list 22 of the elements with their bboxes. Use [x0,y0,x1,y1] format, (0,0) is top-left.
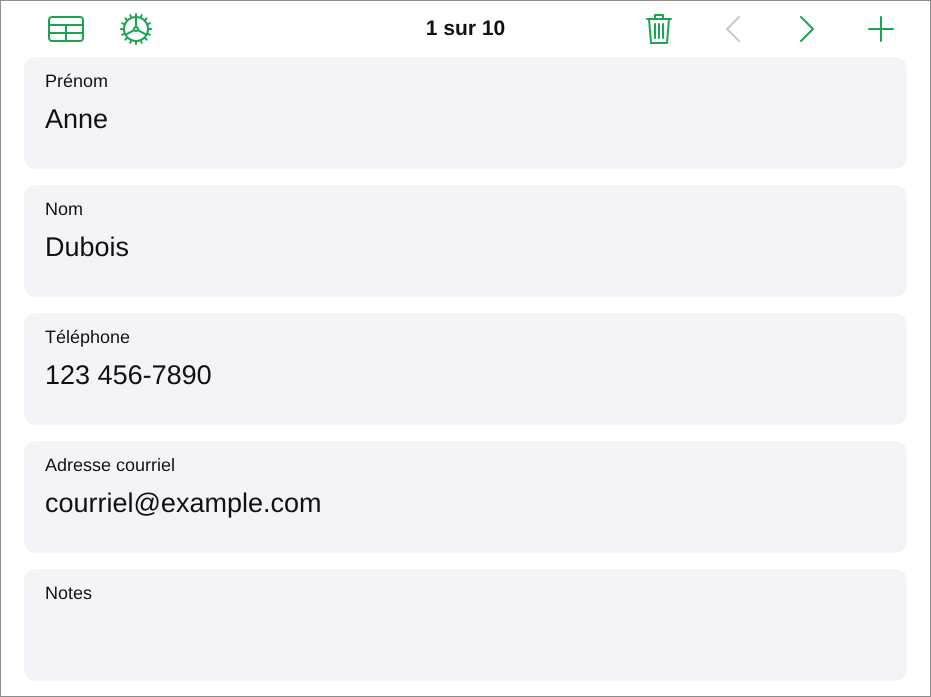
chevron-left-icon [726,16,740,42]
settings-button[interactable] [117,10,155,48]
field-card[interactable]: Prénom Anne [24,57,907,169]
gear-icon [120,13,152,45]
field-label: Notes [45,583,94,604]
field-value: Dubois [45,232,130,263]
record-position: 1 sur 10 [426,17,506,41]
field-label: Téléphone [45,327,132,348]
field-value: 123 456-7890 [45,360,213,391]
field-value: courriel@example.com [45,488,322,519]
field-label: Adresse courriel [45,455,176,476]
field-card[interactable]: Notes [24,569,907,681]
chevron-right-icon [800,16,814,42]
field-value: Anne [45,104,110,135]
field-card[interactable]: Adresse courriel courriel@example.com [24,441,907,553]
table-icon [48,16,84,42]
field-card[interactable]: Nom Dubois [24,185,907,297]
field-card[interactable]: Téléphone 123 456-7890 [24,313,907,425]
field-label: Prénom [45,71,110,92]
plus-icon [868,16,894,42]
trash-icon [646,13,672,45]
field-label: Nom [45,199,84,220]
